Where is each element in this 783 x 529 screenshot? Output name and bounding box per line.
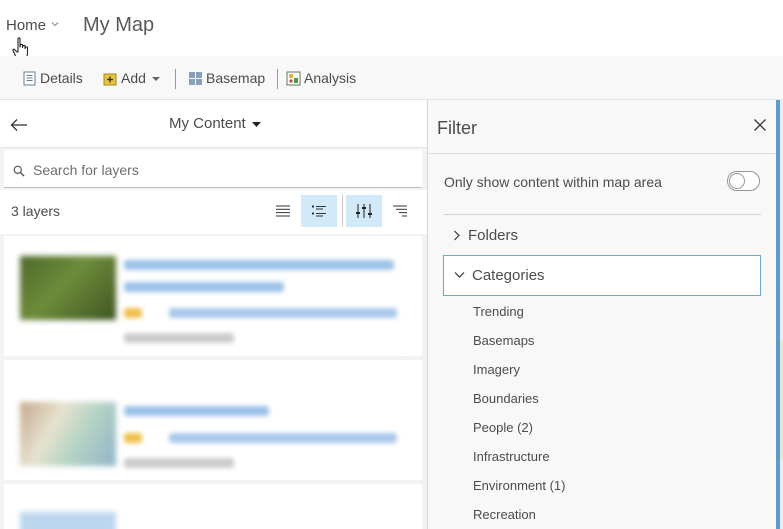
folders-section[interactable]: Folders xyxy=(453,227,518,244)
categories-label: Categories xyxy=(472,267,545,284)
close-icon[interactable] xyxy=(753,118,767,132)
layer-card[interactable] xyxy=(4,484,422,529)
add-label: Add xyxy=(121,70,146,86)
chevron-right-icon xyxy=(454,230,460,241)
layer-thumbnail xyxy=(20,402,116,466)
map-area-toggle[interactable] xyxy=(727,171,760,191)
layer-owner-blurred xyxy=(169,308,397,318)
content-source-dropdown[interactable]: My Content xyxy=(169,115,262,132)
owner-icon xyxy=(124,308,142,318)
results-bar: 3 layers xyxy=(0,190,427,234)
layer-card[interactable] xyxy=(4,236,422,378)
map-view[interactable] xyxy=(776,100,783,529)
view-divider xyxy=(342,195,343,227)
add-button[interactable]: Add xyxy=(103,69,164,87)
toggle-knob xyxy=(729,173,745,189)
category-item[interactable]: Recreation xyxy=(473,507,536,522)
layer-updated-blurred xyxy=(124,458,234,468)
layer-search xyxy=(4,150,422,188)
layer-thumbnail xyxy=(20,512,116,529)
add-layer-icon xyxy=(103,73,117,85)
filter-button[interactable] xyxy=(346,195,382,227)
layer-thumbnail xyxy=(20,256,116,320)
layer-updated-blurred xyxy=(124,333,234,343)
app-header: Home My Map xyxy=(0,0,783,61)
details-label: Details xyxy=(40,70,83,86)
chevron-down-icon xyxy=(454,272,465,278)
folders-label: Folders xyxy=(468,227,519,244)
home-label: Home xyxy=(6,17,47,34)
layer-card[interactable] xyxy=(4,360,422,480)
owner-icon xyxy=(124,433,142,443)
toolbar-divider xyxy=(277,69,278,89)
map-toolbar: Details Add Basemap Analysis xyxy=(0,56,783,100)
list-view-button[interactable] xyxy=(265,195,301,227)
details-button[interactable]: Details xyxy=(22,69,83,87)
details-icon xyxy=(23,71,36,85)
home-menu[interactable]: Home xyxy=(6,17,59,34)
layer-title-blurred xyxy=(124,260,394,270)
sort-button[interactable] xyxy=(382,195,418,227)
analysis-label: Analysis xyxy=(304,70,357,86)
content-panel-header: My Content xyxy=(0,100,427,148)
basemap-grid-icon xyxy=(189,71,202,85)
layer-title-blurred xyxy=(124,406,269,416)
layer-title-blurred xyxy=(124,282,284,292)
toolbar-divider xyxy=(175,69,176,89)
analysis-icon xyxy=(286,71,301,85)
caret-down-icon xyxy=(251,121,261,127)
list-view-icon xyxy=(276,205,290,217)
map-area-toggle-label: Only show content within map area xyxy=(444,174,662,190)
category-item[interactable]: Boundaries xyxy=(473,391,539,406)
content-panel: My Content 3 layers xyxy=(0,100,428,529)
basemap-label: Basemap xyxy=(206,70,266,86)
layer-owner-blurred xyxy=(169,433,397,443)
category-item[interactable]: Environment (1) xyxy=(473,478,565,493)
search-input[interactable] xyxy=(33,159,403,181)
category-item[interactable]: Trending xyxy=(473,304,524,319)
chevron-down-icon xyxy=(51,21,59,26)
divider xyxy=(428,153,776,154)
sort-icon xyxy=(393,205,407,217)
filter-sliders-icon xyxy=(356,204,372,218)
category-item[interactable]: Basemaps xyxy=(473,333,534,348)
category-item[interactable]: People (2) xyxy=(473,420,533,435)
search-icon xyxy=(13,165,25,177)
filter-title: Filter xyxy=(437,118,477,138)
detail-view-button[interactable] xyxy=(301,195,337,227)
categories-section[interactable]: Categories xyxy=(443,255,761,296)
back-arrow-icon[interactable] xyxy=(10,118,28,132)
analysis-button[interactable]: Analysis xyxy=(286,69,356,87)
category-item[interactable]: Imagery xyxy=(473,362,520,377)
category-item[interactable]: Infrastructure xyxy=(473,449,550,464)
map-title: My Map xyxy=(83,14,155,36)
map-edge xyxy=(776,100,780,529)
detail-list-icon xyxy=(312,205,326,217)
divider xyxy=(444,214,761,215)
filter-panel: Filter Only show content within map area… xyxy=(428,100,776,529)
layer-count: 3 layers xyxy=(11,203,61,219)
basemap-button[interactable]: Basemap xyxy=(188,69,265,87)
caret-down-icon xyxy=(151,77,160,81)
content-source-label: My Content xyxy=(169,115,246,132)
